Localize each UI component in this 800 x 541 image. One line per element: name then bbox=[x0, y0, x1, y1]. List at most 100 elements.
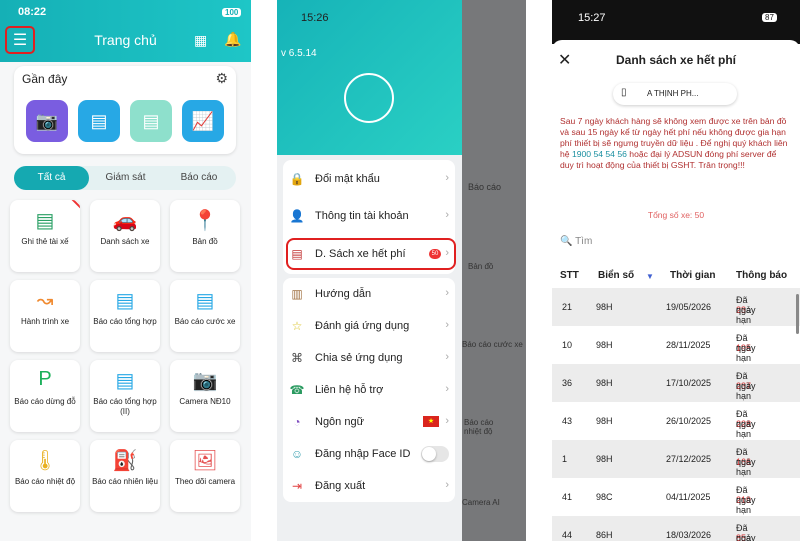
menu-item[interactable]: ☺ Đăng nhập Face ID bbox=[283, 439, 455, 469]
table-row[interactable]: 1 98H 27/12/2025 Đã quá hạn 166 ngày bbox=[552, 440, 800, 478]
days-unit: ngày bbox=[736, 495, 756, 505]
chevron-right-icon: › bbox=[445, 319, 449, 331]
cell-stt: 43 bbox=[562, 416, 573, 426]
tab-monitoring[interactable]: Giám sát bbox=[88, 166, 163, 190]
table-row[interactable]: 41 98C 04/11/2025 Đã quá hạn 219 ngày bbox=[552, 478, 800, 516]
tab-all[interactable]: Tất cả bbox=[14, 166, 89, 190]
status-time: 15:27 bbox=[578, 12, 606, 24]
feature-card[interactable]: ▤ Ghi thẻ tài xế bbox=[10, 200, 80, 272]
menu-label: Đổi mật khẩu bbox=[315, 173, 380, 185]
menu-label: Liên hệ hỗ trợ bbox=[315, 384, 384, 396]
face-id-icon: ☺ bbox=[290, 447, 304, 461]
scrollbar[interactable] bbox=[796, 294, 799, 334]
feature-label: Camera NĐ10 bbox=[179, 397, 231, 406]
menu-item[interactable]: ⇥ Đăng xuất › bbox=[283, 471, 455, 501]
feature-card[interactable]: 🚗 Danh sách xe bbox=[90, 200, 160, 272]
recent-title: Gần đây bbox=[22, 72, 68, 86]
header-plate[interactable]: Biển số bbox=[598, 270, 634, 281]
feature-card[interactable]: 🖼 Theo dõi camera bbox=[170, 440, 240, 512]
table-row[interactable]: 43 98H 26/10/2025 Đã quá hạn 228 ngày bbox=[552, 402, 800, 440]
menu-item[interactable]: ☎ Liên hệ hỗ trợ › bbox=[283, 375, 455, 405]
menu-header: 15:26 v 6.5.14 bbox=[277, 0, 462, 155]
chevron-right-icon: › bbox=[445, 415, 449, 427]
recent-camera-icon[interactable]: 📷 bbox=[26, 100, 68, 142]
tab-reports[interactable]: Báo cáo bbox=[162, 166, 236, 190]
vietnam-flag-icon: ★ bbox=[423, 416, 439, 427]
feature-card[interactable]: ▤ Báo cáo tổng hợp bbox=[90, 280, 160, 352]
feature-card[interactable]: 📍 Bản đồ bbox=[170, 200, 240, 272]
battery-indicator: 87 bbox=[762, 13, 777, 22]
recent-chart-icon[interactable]: 📈 bbox=[182, 100, 224, 142]
sort-down-icon[interactable]: ▼ bbox=[646, 272, 654, 281]
device-icon: ▯ bbox=[621, 87, 627, 98]
menu-item[interactable]: ☆ Đánh giá ứng dụng › bbox=[283, 311, 455, 341]
feature-card[interactable]: ▤ Báo cáo tổng hợp (II) bbox=[90, 360, 160, 432]
avatar[interactable] bbox=[344, 73, 394, 123]
table-row[interactable]: 10 98H 28/11/2025 Đã quá hạn 195 ngày bbox=[552, 326, 800, 364]
header-stt: STT bbox=[560, 270, 579, 281]
cell-plate: 86H bbox=[596, 530, 613, 540]
notice-text: Sau 7 ngày khách hàng sẽ không xem được … bbox=[560, 116, 792, 171]
bell-icon[interactable]: 🔔 bbox=[224, 31, 241, 48]
menu-item[interactable]: 👤 Thông tin tài khoản › bbox=[283, 201, 455, 231]
feature-card[interactable]: P Báo cáo dừng đỗ bbox=[10, 360, 80, 432]
table-header: STT Biển số ▼ Thời gian Thông báo bbox=[552, 266, 800, 288]
feature-card[interactable]: 📷 Camera NĐ10 bbox=[170, 360, 240, 432]
bg-label: Báo cáo nhiệt độ bbox=[464, 418, 494, 436]
feature-card[interactable]: ↝ Hành trình xe bbox=[10, 280, 80, 352]
hotline-link[interactable]: 1900 54 54 56 bbox=[572, 149, 627, 159]
cell-date: 18/03/2026 bbox=[666, 530, 712, 540]
face-id-toggle[interactable] bbox=[421, 446, 449, 462]
table-row[interactable]: 36 98H 17/10/2025 Đã quá hạn 237 ngày bbox=[552, 364, 800, 402]
dimmed-background[interactable]: Báo cáo Bản đồ Báo cáo cước xe Báo cáo n… bbox=[462, 0, 526, 541]
menu-item[interactable]: ▥ Hướng dẫn › bbox=[283, 279, 455, 309]
camera-icon: 📷 bbox=[192, 370, 218, 392]
menu-label: Hướng dẫn bbox=[315, 288, 372, 300]
header-time: Thời gian bbox=[670, 270, 716, 281]
thermometer-icon: 🌡 bbox=[32, 450, 58, 472]
menu-item[interactable]: 🔒 Đổi mật khẩu › bbox=[283, 164, 455, 194]
chevron-right-icon: › bbox=[445, 287, 449, 299]
feature-card[interactable]: ⛽ Báo cáo nhiên liệu bbox=[90, 440, 160, 512]
feature-label: Theo dõi camera bbox=[174, 477, 236, 486]
feature-label: Báo cáo cước xe bbox=[174, 317, 236, 326]
feature-label: Ghi thẻ tài xế bbox=[21, 237, 69, 246]
menu-label: Ngôn ngữ bbox=[315, 416, 364, 428]
recent-document-icon[interactable]: ▤ bbox=[130, 100, 172, 142]
car-icon: 🚗 bbox=[112, 210, 138, 232]
cell-date: 28/11/2025 bbox=[666, 340, 711, 350]
parking-icon: P bbox=[38, 368, 52, 390]
cell-stt: 21 bbox=[562, 302, 573, 312]
gear-icon[interactable]: ⚙ bbox=[215, 70, 228, 87]
menu-item[interactable]: ⌘ Chia sẻ ứng dụng › bbox=[283, 343, 455, 373]
id-card-icon: ▤ bbox=[35, 210, 55, 232]
feature-card[interactable]: 🌡 Báo cáo nhiệt độ bbox=[10, 440, 80, 512]
cell-plate: 98H bbox=[596, 302, 613, 312]
feature-card[interactable]: ▤ Báo cáo cước xe bbox=[170, 280, 240, 352]
recent-report-icon[interactable]: ▤ bbox=[78, 100, 120, 142]
cell-stt: 36 bbox=[562, 378, 573, 388]
menu-item[interactable]: ◔ Ngôn ngữ › ★ bbox=[283, 407, 455, 437]
feature-label: Hành trình xe bbox=[20, 317, 70, 326]
status-bar: 15:27 87 bbox=[552, 0, 800, 44]
table-row[interactable]: 21 98H 19/05/2026 Đã quá hạn 23 ngày bbox=[552, 288, 800, 326]
days-unit: ngày bbox=[736, 457, 756, 467]
cell-plate: 98H bbox=[596, 378, 613, 388]
grid-icon[interactable]: ▦ bbox=[194, 32, 207, 49]
expired-vehicles-screen: 15:27 87 ✕ Danh sách xe hết phí ▯ A THỊN… bbox=[552, 0, 800, 541]
company-chip[interactable]: ▯ A THỊNH PH... bbox=[613, 83, 737, 105]
sheet: ✕ Danh sách xe hết phí ▯ A THỊNH PH... S… bbox=[552, 40, 800, 541]
recent-panel: Gần đây ⚙ 📷 ▤ ▤ 📈 bbox=[14, 66, 236, 154]
menu-label: Đánh giá ứng dụng bbox=[315, 320, 410, 332]
days-unit: ngày bbox=[736, 343, 756, 353]
cell-plate: 98H bbox=[596, 340, 613, 350]
bg-label: Báo cáo bbox=[468, 182, 502, 192]
home-header: 08:22 100 ☰ Trang chủ ▦ 🔔 bbox=[0, 0, 251, 62]
feature-label: Báo cáo dừng đỗ bbox=[14, 397, 76, 406]
cell-stt: 44 bbox=[562, 530, 573, 540]
star-icon: ☆ bbox=[291, 319, 303, 333]
cell-plate: 98H bbox=[596, 416, 613, 426]
table-row[interactable]: 4486H18/03/2026Đã quá hạn85 ngày bbox=[552, 516, 800, 541]
search-input[interactable]: 🔍 Tìm bbox=[560, 236, 592, 247]
chevron-right-icon: › bbox=[445, 479, 449, 491]
